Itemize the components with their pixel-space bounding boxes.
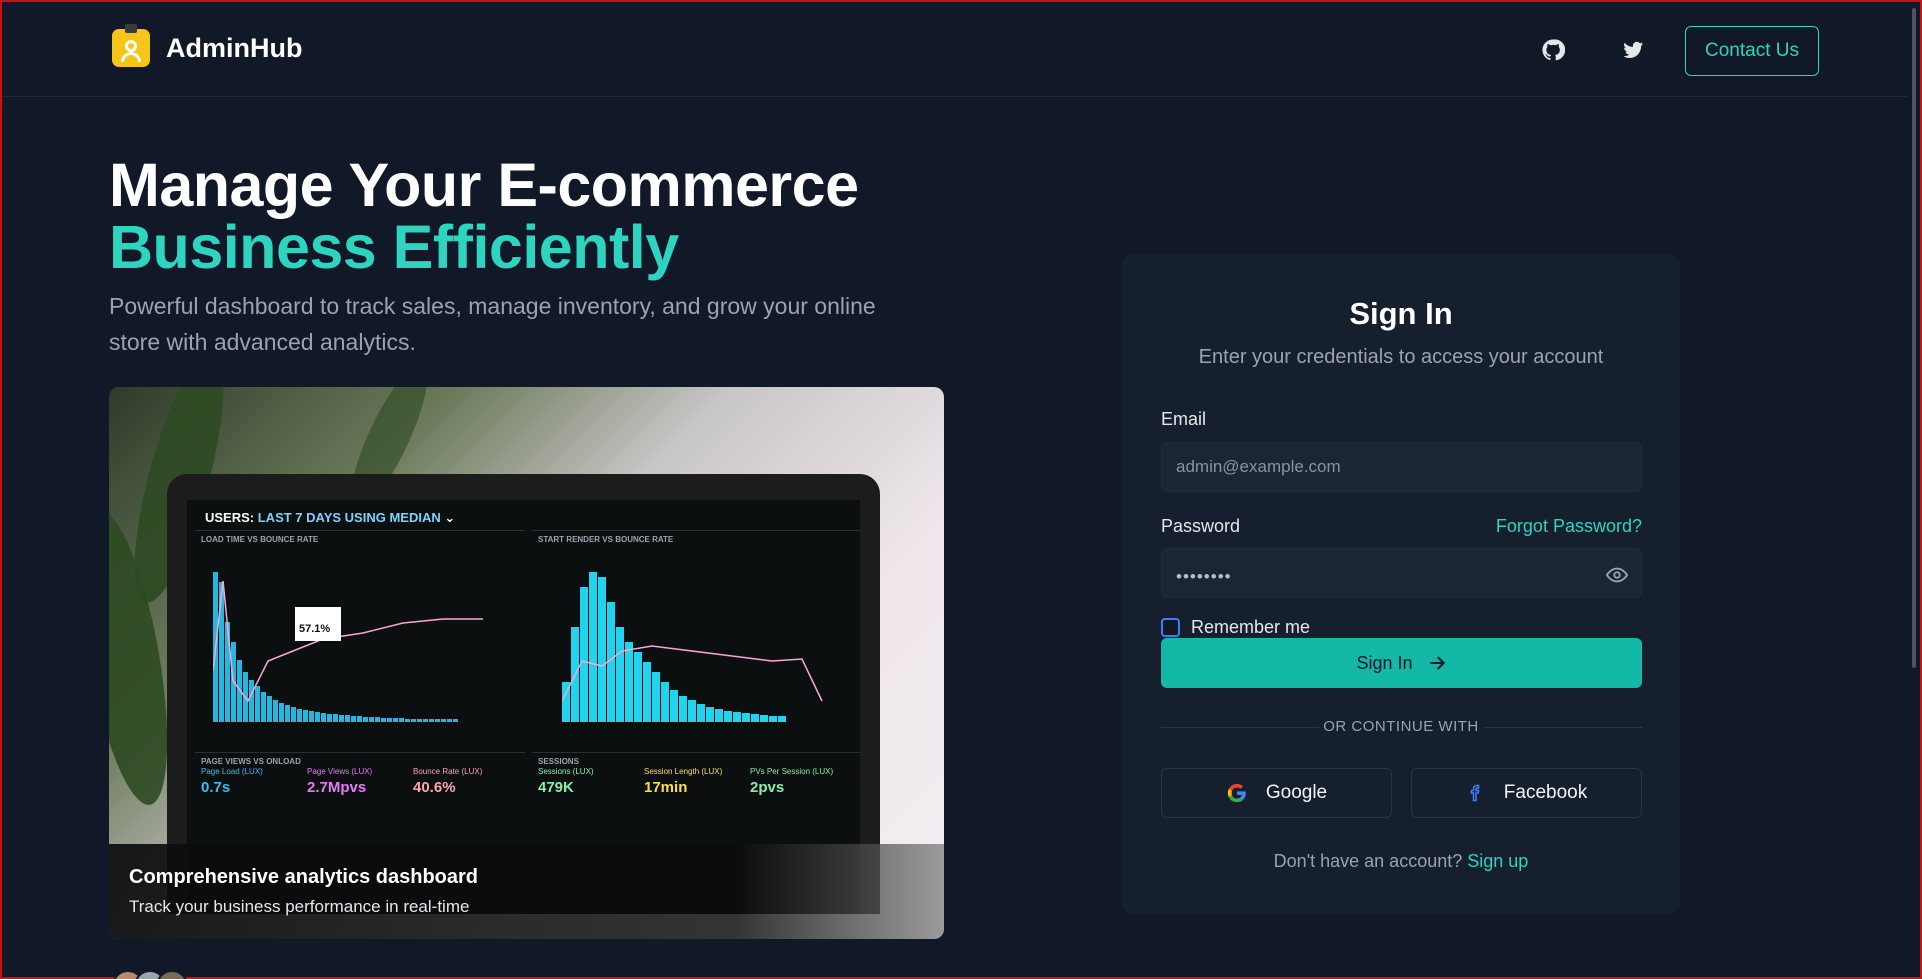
hero-title: Manage Your E-commerce Business Efficien… <box>109 154 859 278</box>
hero-title-line2: Business Efficiently <box>109 213 679 281</box>
avatar <box>156 970 188 979</box>
panel-title: LOAD TIME VS BOUNCE RATE <box>201 535 319 544</box>
arrow-right-icon <box>1429 656 1445 670</box>
bounce-rate-line <box>562 645 823 702</box>
scrollbar-thumb[interactable] <box>1912 8 1916 668</box>
signup-link[interactable]: Sign up <box>1467 851 1528 871</box>
panel-title: PAGE VIEWS VS ONLOAD <box>201 757 301 766</box>
tooltip-value: 57.1% <box>295 607 341 641</box>
user-avatars <box>112 970 188 979</box>
hero-subtitle: Powerful dashboard to track sales, manag… <box>109 293 876 355</box>
signin-card: Sign In Enter your credentials to access… <box>1122 254 1680 914</box>
panel-title: SESSIONS <box>538 757 579 766</box>
load-time-panel: LOAD TIME VS BOUNCE RATE 57.1% <box>195 530 525 740</box>
panel-title: START RENDER VS BOUNCE RATE <box>538 535 674 544</box>
signin-title: Sign In <box>1349 296 1453 331</box>
page-scrollbar[interactable] <box>1908 2 1920 977</box>
divider-right <box>1484 727 1642 728</box>
metric-label: Sessions (LUX) <box>538 767 594 776</box>
metric-label: Bounce Rate (LUX) <box>413 767 483 776</box>
metric-value: 2pvs <box>750 779 785 796</box>
bounce-rate-line <box>213 580 483 703</box>
metric-value: 40.6% <box>413 779 456 796</box>
top-navbar: AdminHub Contact Us <box>2 2 1920 97</box>
google-icon <box>1227 783 1246 803</box>
github-icon[interactable] <box>1541 38 1565 62</box>
screen-heading: USERS: LAST 7 DAYS USING MEDIAN ⌄ <box>205 510 456 525</box>
adminhub-logo-icon <box>112 24 150 67</box>
facebook-button-label: Facebook <box>1503 782 1588 803</box>
signup-prompt-text: Don't have an account? <box>1273 851 1463 871</box>
page-views-panel: PAGE VIEWS VS ONLOAD Page Load (LUX) 0.7… <box>195 752 525 842</box>
hero-title-line1: Manage Your E-commerce <box>109 151 859 219</box>
password-field[interactable] <box>1161 548 1642 598</box>
sessions-panel: SESSIONS Sessions (LUX) 479K Session Len… <box>532 752 860 842</box>
remember-me-checkbox[interactable] <box>1161 618 1180 637</box>
eye-icon[interactable] <box>1606 564 1628 586</box>
image-caption: Comprehensive analytics dashboard Track … <box>109 844 944 939</box>
twitter-icon[interactable] <box>1621 38 1645 62</box>
metric-label: Page Views (LUX) <box>307 767 373 776</box>
dashboard-preview-image: USERS: LAST 7 DAYS USING MEDIAN ⌄ LOAD T… <box>109 387 944 939</box>
metric-label: PVs Per Session (LUX) <box>750 767 834 776</box>
brand[interactable]: AdminHub <box>112 24 303 67</box>
brand-name: AdminHub <box>166 32 303 63</box>
metric-label: Page Load (LUX) <box>201 767 263 776</box>
metric-value: 0.7s <box>201 779 231 796</box>
password-label: Password <box>1161 516 1241 536</box>
signup-prompt: Don't have an account? Sign up <box>1122 851 1680 872</box>
google-button-label: Google <box>1265 782 1328 803</box>
caption-subtitle: Track your business performance in real-… <box>129 897 470 916</box>
metric-value: 2.7Mpvs <box>307 779 367 796</box>
email-label: Email <box>1161 409 1207 429</box>
sign-in-button-label: Sign In <box>1356 652 1413 673</box>
facebook-button[interactable]: Facebook <box>1411 768 1642 818</box>
metric-value: 17min <box>644 779 688 796</box>
sign-in-button[interactable]: Sign In <box>1161 638 1642 688</box>
metric-value: 479K <box>538 779 574 796</box>
metric-label: Session Length (LUX) <box>644 767 723 776</box>
google-button[interactable]: Google <box>1161 768 1392 818</box>
forgot-password-link[interactable]: Forgot Password? <box>1496 516 1642 537</box>
password-mask: •••••••• <box>1176 567 1232 586</box>
facebook-icon <box>1470 784 1480 802</box>
signin-subtitle: Enter your credentials to access your ac… <box>1198 346 1604 368</box>
email-field[interactable] <box>1161 442 1642 492</box>
remember-me-label[interactable]: Remember me <box>1191 617 1310 638</box>
start-render-panel: START RENDER VS BOUNCE RATE <box>532 530 860 740</box>
contact-us-button[interactable]: Contact Us <box>1685 26 1819 76</box>
caption-title: Comprehensive analytics dashboard <box>129 866 479 888</box>
